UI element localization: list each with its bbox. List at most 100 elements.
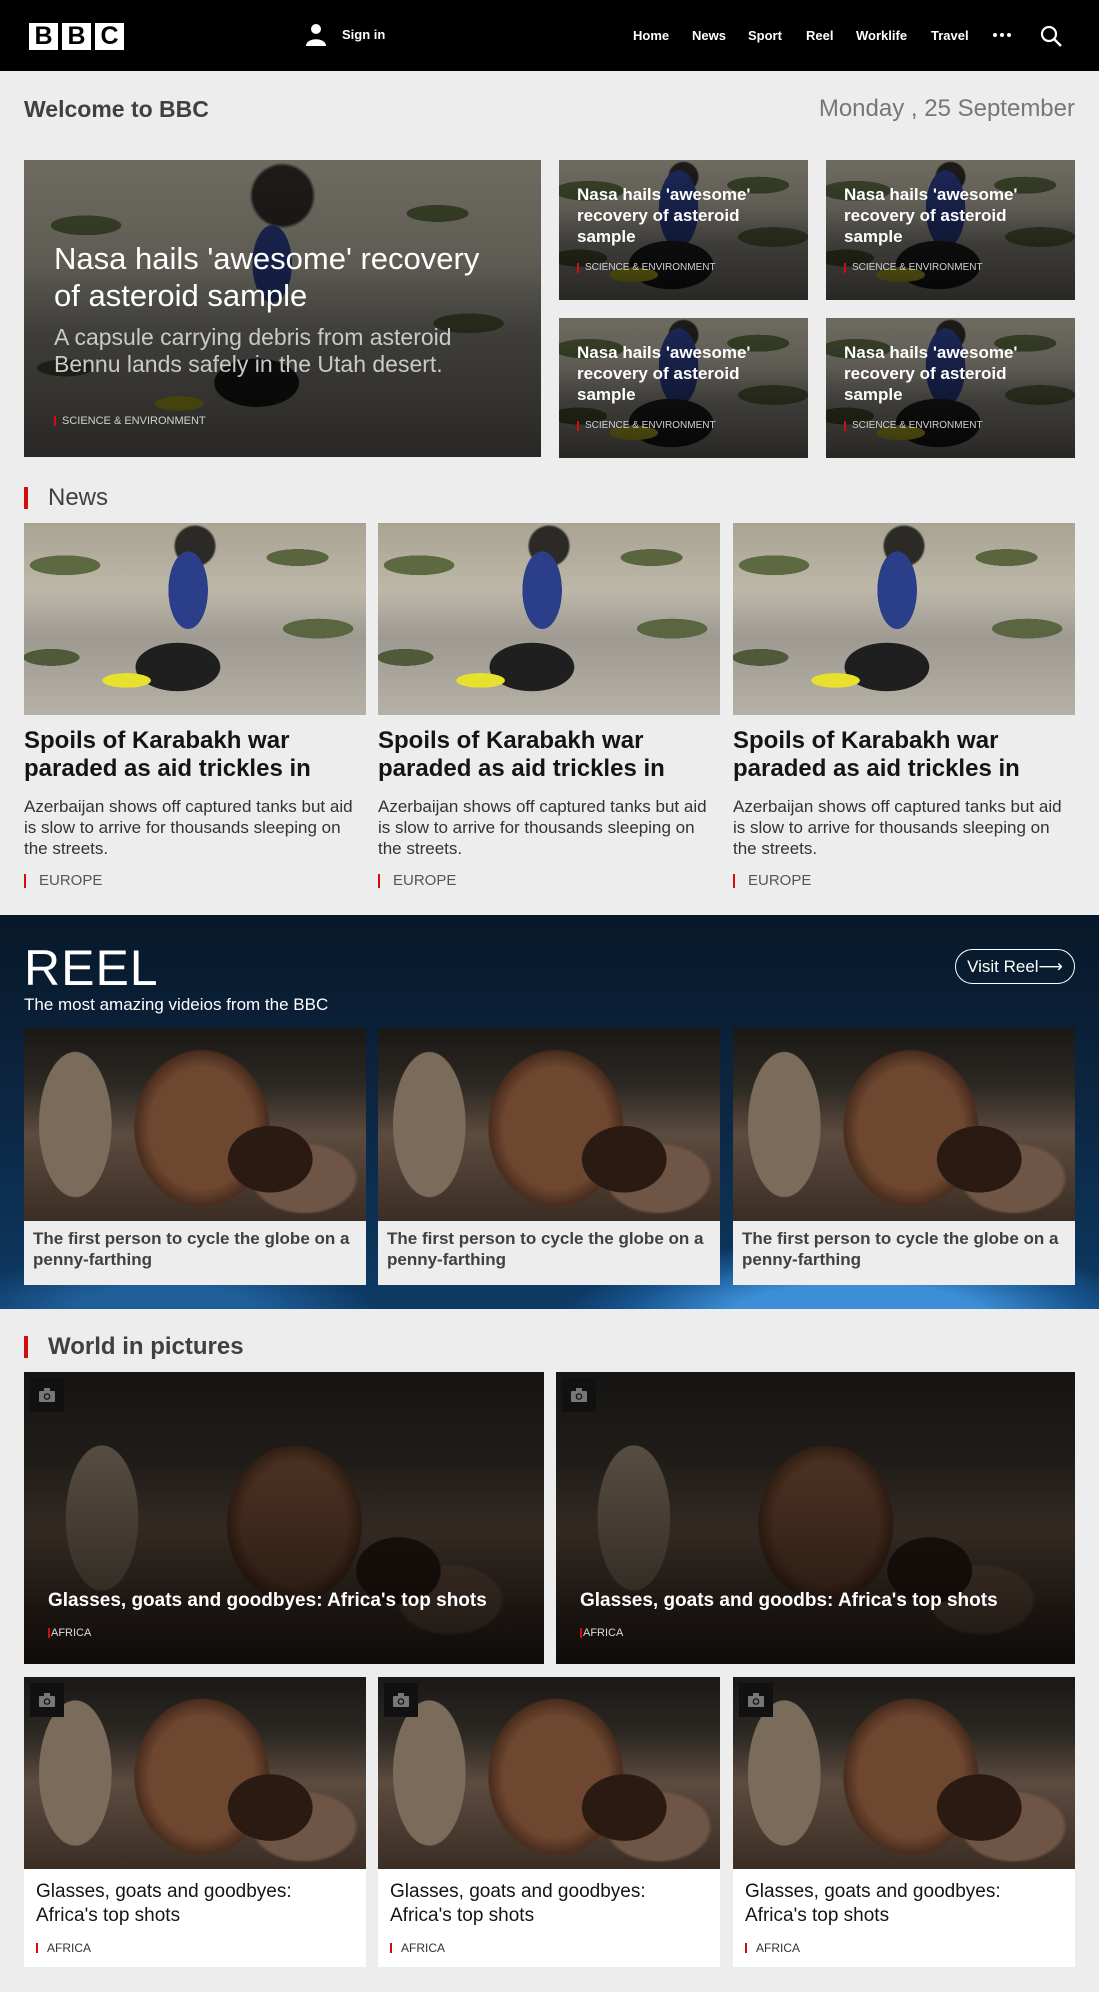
top-story-tag[interactable]: SCIENCE & ENVIRONMENT — [577, 420, 716, 431]
sign-in-link[interactable]: Sign in — [304, 22, 385, 46]
hero-title[interactable]: Nasa hails 'awesome' recovery of asteroi… — [54, 240, 504, 314]
top-story-tag[interactable]: SCIENCE & ENVIRONMENT — [577, 262, 716, 273]
news-card[interactable]: Spoils of Karabakh war paraded as aid tr… — [378, 523, 720, 889]
gallery-title[interactable]: Glasses, goats and goodbyes: Africa's to… — [733, 1869, 1075, 1928]
news-tag-label: EUROPE — [393, 872, 457, 889]
bbc-logo[interactable]: B B C — [29, 22, 124, 50]
reel-subtitle: The most amazing videios from the BBC — [24, 995, 329, 1014]
logo-letter: B — [29, 22, 58, 50]
news-heading: News — [48, 484, 109, 511]
welcome-title: Welcome to BBC — [24, 96, 209, 122]
reel-image[interactable] — [733, 1028, 1075, 1221]
hero-tag[interactable]: SCIENCE & ENVIRONMENT — [54, 415, 206, 427]
reel-card-title[interactable]: The first person to cycle the globe on a… — [733, 1221, 1075, 1277]
camera-icon — [739, 1683, 773, 1717]
camera-icon — [30, 1378, 64, 1412]
news-title[interactable]: Spoils of Karabakh war paraded as aid tr… — [378, 727, 720, 783]
logo-letter: B — [62, 22, 91, 50]
top-story-tag-label: SCIENCE & ENVIRONMENT — [852, 262, 983, 273]
world-pictures-header[interactable]: World in pictures — [24, 1333, 244, 1361]
news-summary: Azerbaijan shows off captured tanks but … — [378, 797, 707, 858]
gallery-tag[interactable]: AFRICA — [390, 1941, 445, 1955]
top-story-card[interactable]: Nasa hails 'awesome' recovery of asteroi… — [826, 318, 1075, 458]
top-story-card[interactable]: Nasa hails 'awesome' recovery of asteroi… — [826, 160, 1075, 300]
top-story-tag[interactable]: SCIENCE & ENVIRONMENT — [844, 262, 983, 273]
news-tag[interactable]: EUROPE — [733, 872, 1075, 889]
nav-sport[interactable]: Sport — [748, 28, 782, 43]
camera-icon — [562, 1378, 596, 1412]
news-title[interactable]: Spoils of Karabakh war paraded as aid tr… — [733, 727, 1075, 783]
news-tag-label: EUROPE — [39, 872, 103, 889]
reel-card[interactable]: The first person to cycle the globe on a… — [24, 1028, 366, 1285]
picture-gallery-card[interactable]: Glasses, goats and goodbs: Africa's top … — [556, 1372, 1075, 1664]
top-story-tag-label: SCIENCE & ENVIRONMENT — [852, 420, 983, 431]
hero-summary: A capsule carrying debris from asteroid … — [54, 324, 452, 377]
nav-news[interactable]: News — [692, 28, 726, 43]
top-story-card[interactable]: Nasa hails 'awesome' recovery of asteroi… — [559, 160, 808, 300]
top-story-title[interactable]: Nasa hails 'awesome' recovery of asteroi… — [844, 342, 1059, 405]
news-image[interactable] — [24, 523, 366, 715]
news-section-header[interactable]: News — [24, 484, 108, 512]
visit-reel-button[interactable]: Visit Reel⟶ — [955, 949, 1075, 984]
gallery-tag-label: AFRICA — [51, 1627, 92, 1639]
gallery-tag[interactable]: AFRICA — [48, 1627, 91, 1639]
top-story-title[interactable]: Nasa hails 'awesome' recovery of asteroi… — [577, 342, 792, 405]
hero-story[interactable]: Nasa hails 'awesome' recovery of asteroi… — [24, 160, 541, 457]
picture-gallery-card[interactable]: Glasses, goats and goodbyes: Africa's to… — [733, 1677, 1075, 1967]
news-tag[interactable]: EUROPE — [24, 872, 366, 889]
news-image[interactable] — [733, 523, 1075, 715]
gallery-image[interactable] — [378, 1677, 720, 1869]
reel-card[interactable]: The first person to cycle the globe on a… — [733, 1028, 1075, 1285]
reel-image[interactable] — [24, 1028, 366, 1221]
news-tag[interactable]: EUROPE — [378, 872, 720, 889]
gallery-title[interactable]: Glasses, goats and goodbs: Africa's top … — [580, 1590, 998, 1612]
top-story-title[interactable]: Nasa hails 'awesome' recovery of asteroi… — [577, 184, 792, 247]
top-story-card[interactable]: Nasa hails 'awesome' recovery of asteroi… — [559, 318, 808, 458]
top-story-tag-label: SCIENCE & ENVIRONMENT — [585, 420, 716, 431]
news-summary: Azerbaijan shows off captured tanks but … — [733, 797, 1062, 858]
picture-gallery-card[interactable]: Glasses, goats and goodbyes: Africa's to… — [24, 1677, 366, 1967]
nav-travel[interactable]: Travel — [931, 28, 969, 43]
gallery-tag[interactable]: AFRICA — [745, 1941, 800, 1955]
gallery-image[interactable] — [24, 1677, 366, 1869]
top-story-tag[interactable]: SCIENCE & ENVIRONMENT — [844, 420, 983, 431]
news-title[interactable]: Spoils of Karabakh war paraded as aid tr… — [24, 727, 366, 783]
more-icon[interactable] — [993, 33, 1011, 37]
news-image[interactable] — [378, 523, 720, 715]
gallery-title[interactable]: Glasses, goats and goodbyes: Africa's to… — [378, 1869, 720, 1928]
news-tag-label: EUROPE — [748, 872, 812, 889]
nav-reel[interactable]: Reel — [806, 28, 833, 43]
hero-tag-label: SCIENCE & ENVIRONMENT — [62, 415, 206, 427]
gallery-title[interactable]: Glasses, goats and goodbyes: Africa's to… — [48, 1590, 487, 1612]
nav-home[interactable]: Home — [633, 28, 669, 43]
top-navigation-bar: B B C Sign in Home News Sport Reel Workl… — [0, 0, 1099, 71]
nav-worklife[interactable]: Worklife — [856, 28, 907, 43]
gallery-tag[interactable]: AFRICA — [36, 1941, 91, 1955]
gallery-title[interactable]: Glasses, goats and goodbyes: Africa's to… — [24, 1869, 366, 1928]
news-card[interactable]: Spoils of Karabakh war paraded as aid tr… — [24, 523, 366, 889]
picture-gallery-card[interactable]: Glasses, goats and goodbyes: Africa's to… — [24, 1372, 544, 1664]
gallery-tag-label: AFRICA — [756, 1941, 801, 1955]
gallery-tag-label: AFRICA — [401, 1941, 446, 1955]
gallery-tag[interactable]: AFRICA — [580, 1627, 623, 1639]
world-pictures-heading: World in pictures — [48, 1333, 244, 1360]
news-summary: Azerbaijan shows off captured tanks but … — [24, 797, 353, 858]
top-story-title[interactable]: Nasa hails 'awesome' recovery of asteroi… — [844, 184, 1059, 247]
reel-card-title[interactable]: The first person to cycle the globe on a… — [24, 1221, 366, 1277]
news-card[interactable]: Spoils of Karabakh war paraded as aid tr… — [733, 523, 1075, 889]
current-date: Monday , 25 September — [818, 95, 1075, 122]
camera-icon — [30, 1683, 64, 1717]
search-icon[interactable] — [1040, 25, 1062, 47]
reel-card[interactable]: The first person to cycle the globe on a… — [378, 1028, 720, 1285]
gallery-tag-label: AFRICA — [583, 1627, 624, 1639]
reel-title[interactable]: REEL — [24, 939, 159, 997]
reel-image[interactable] — [378, 1028, 720, 1221]
logo-letter: C — [95, 22, 124, 50]
gallery-image[interactable] — [733, 1677, 1075, 1869]
picture-gallery-card[interactable]: Glasses, goats and goodbyes: Africa's to… — [378, 1677, 720, 1967]
user-icon — [306, 24, 326, 46]
camera-icon — [384, 1683, 418, 1717]
gallery-tag-label: AFRICA — [47, 1941, 92, 1955]
reel-card-title[interactable]: The first person to cycle the globe on a… — [378, 1221, 720, 1277]
top-story-tag-label: SCIENCE & ENVIRONMENT — [585, 262, 716, 273]
